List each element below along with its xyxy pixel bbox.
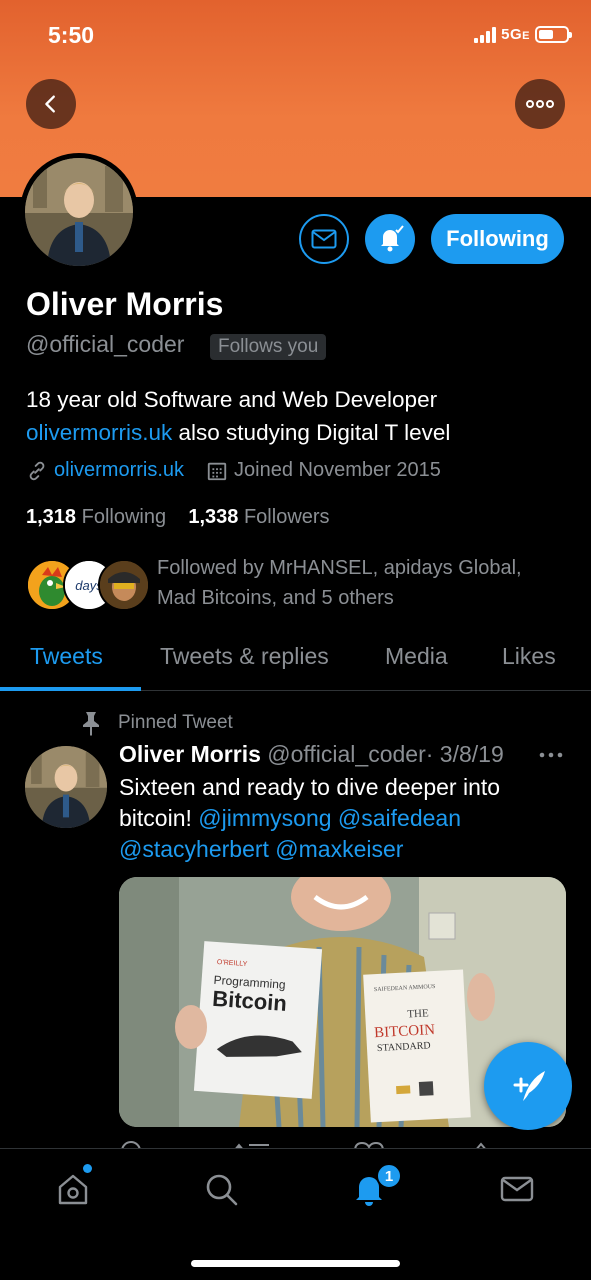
more-options-button[interactable] bbox=[515, 79, 565, 129]
svg-text:Bitcoin: Bitcoin bbox=[212, 986, 288, 1016]
mention-link[interactable]: @maxkeiser bbox=[275, 836, 403, 862]
compose-icon bbox=[513, 1071, 545, 1101]
nav-home[interactable] bbox=[53, 1169, 93, 1209]
follows-you-badge: Follows you bbox=[210, 334, 327, 360]
tweet-actions bbox=[119, 1138, 559, 1148]
profile-meta: olivermorris.uk Joined November 2015 bbox=[26, 459, 441, 482]
nav-search[interactable] bbox=[201, 1169, 241, 1209]
active-tab-indicator bbox=[0, 687, 141, 691]
mention-link[interactable]: @saifedean bbox=[338, 805, 461, 831]
bio-link[interactable]: olivermorris.uk bbox=[26, 420, 172, 445]
tab-media[interactable]: Media bbox=[385, 643, 448, 670]
search-icon bbox=[206, 1174, 238, 1206]
tweet-text: Sixteen and ready to dive deeper into bi… bbox=[119, 774, 501, 862]
mention-link[interactable]: @jimmysong bbox=[198, 805, 331, 831]
svg-text:BITCOIN: BITCOIN bbox=[374, 1022, 436, 1041]
profile-avatar[interactable] bbox=[20, 153, 138, 271]
signal-icon bbox=[474, 26, 497, 43]
home-icon bbox=[58, 1174, 88, 1205]
mail-icon bbox=[311, 229, 337, 249]
battery-icon bbox=[535, 26, 572, 43]
notifications-toggle-button[interactable] bbox=[365, 214, 415, 264]
pin-icon bbox=[83, 712, 99, 736]
bio-text: also studying Digital T level bbox=[172, 420, 451, 445]
profile-handle: @official_coder bbox=[26, 331, 185, 357]
profile-bio: 18 year old Software and Web Developer o… bbox=[26, 383, 576, 449]
more-icon bbox=[539, 752, 563, 758]
bio-line: 18 year old Software and Web Developer bbox=[26, 387, 438, 412]
pinned-tweet-label: Pinned Tweet bbox=[80, 710, 233, 736]
compose-tweet-button[interactable] bbox=[484, 1042, 572, 1130]
tweet-header: Oliver Morris @official_coder· 3/8/19 bbox=[119, 741, 504, 768]
tweet-date: · 3/8/19 bbox=[425, 741, 504, 767]
follow-stats: 1,318 Following 1,338 Followers bbox=[26, 506, 330, 529]
followers-stat[interactable]: 1,338 Followers bbox=[188, 506, 329, 528]
bottom-navigation: 1 bbox=[0, 1148, 591, 1280]
bell-icon bbox=[381, 225, 404, 252]
calendar-icon bbox=[206, 460, 228, 482]
following-stat[interactable]: 1,318 Following bbox=[26, 506, 166, 528]
status-indicators: 5GE bbox=[474, 26, 572, 43]
joined-date: Joined November 2015 bbox=[234, 459, 441, 481]
svg-text:THE: THE bbox=[407, 1007, 429, 1020]
message-button[interactable] bbox=[299, 214, 349, 264]
mutual-followers-avatars[interactable]: days bbox=[26, 559, 150, 611]
mention-link[interactable]: @stacyherbert bbox=[119, 836, 269, 862]
tab-tweets[interactable]: Tweets bbox=[30, 643, 103, 670]
following-button[interactable]: Following bbox=[431, 214, 564, 264]
tab-likes[interactable]: Likes bbox=[502, 643, 556, 670]
tweet-author-avatar[interactable] bbox=[25, 746, 107, 828]
home-unread-dot bbox=[83, 1164, 92, 1173]
tweet-author-handle: @official_coder bbox=[267, 741, 426, 767]
follower-avatar bbox=[98, 559, 150, 611]
profile-name: Oliver Morris bbox=[26, 286, 224, 322]
followed-by-text[interactable]: Followed by MrHANSEL, apidays Global, Ma… bbox=[157, 553, 567, 613]
website-link[interactable]: olivermorris.uk bbox=[54, 459, 184, 482]
notifications-badge: 1 bbox=[376, 1163, 402, 1189]
back-icon bbox=[45, 95, 55, 113]
messages-icon bbox=[500, 1176, 534, 1202]
tweet-author-name[interactable]: Oliver Morris bbox=[119, 741, 261, 767]
link-icon bbox=[26, 460, 48, 482]
status-time: 5:50 bbox=[48, 22, 95, 48]
tweet-more-button[interactable] bbox=[539, 745, 563, 763]
tab-tweets-and-replies[interactable]: Tweets & replies bbox=[160, 643, 329, 670]
nav-messages[interactable] bbox=[497, 1169, 537, 1209]
profile-tabs: Tweets Tweets & replies Media Likes bbox=[0, 633, 591, 691]
network-label: 5GE bbox=[501, 26, 530, 43]
home-indicator[interactable] bbox=[191, 1260, 400, 1267]
back-button[interactable] bbox=[26, 79, 76, 129]
more-icon bbox=[526, 100, 554, 108]
bio-line: olivermorris.uk also studying Digital T … bbox=[26, 416, 576, 449]
